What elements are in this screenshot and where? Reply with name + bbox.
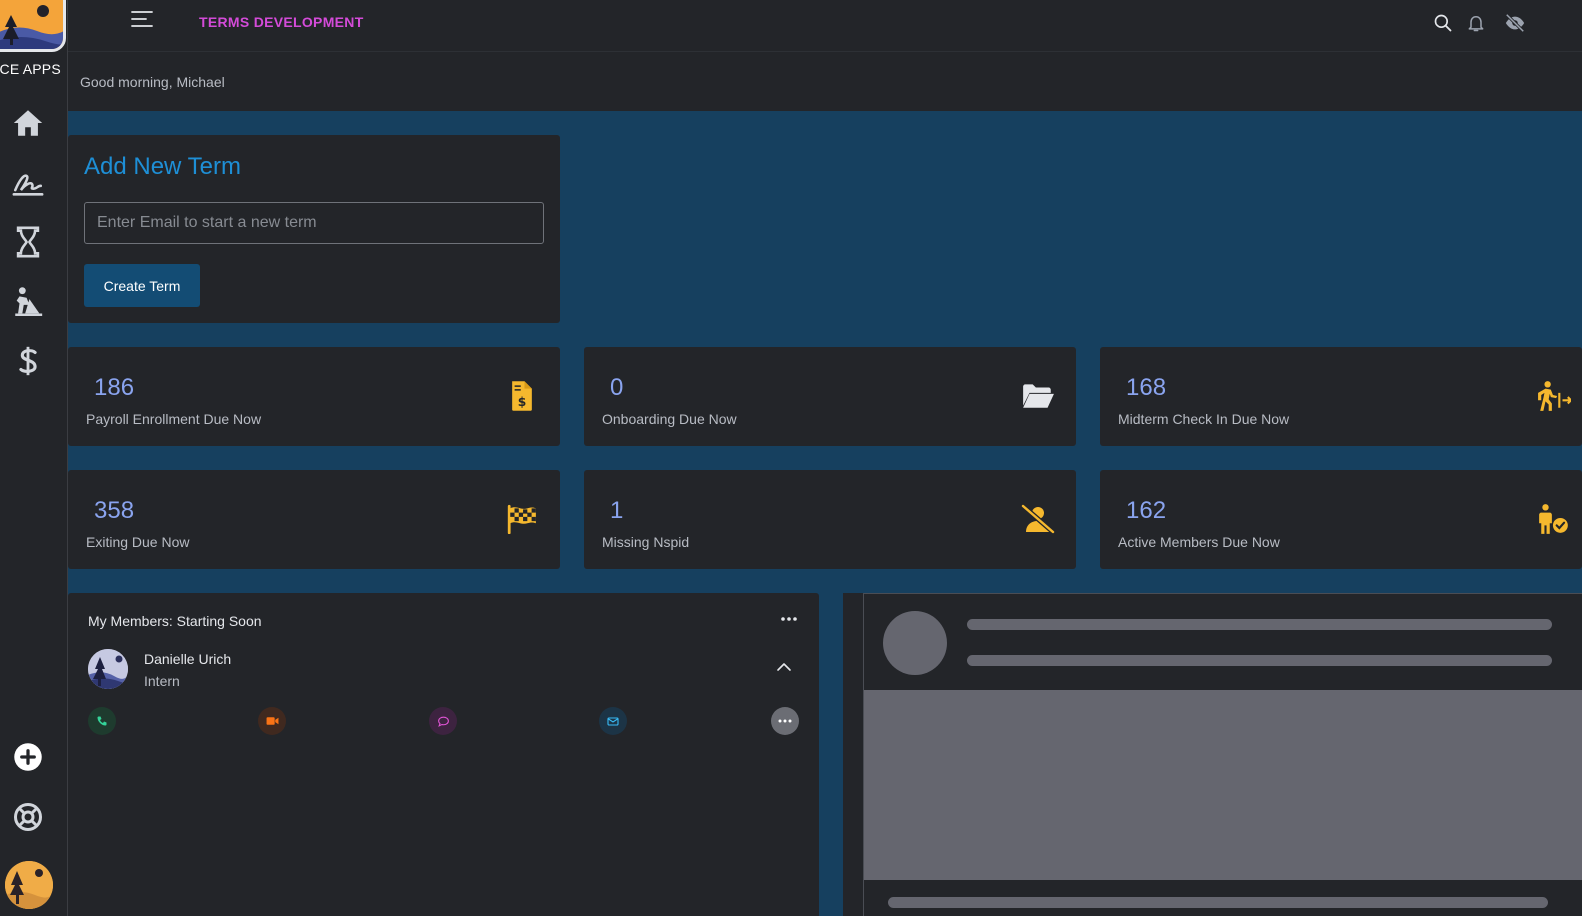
members-panel: My Members: Starting Soon Danielle Urich…	[68, 593, 819, 916]
signature-icon[interactable]	[10, 165, 46, 201]
brand-name: ACE APPS	[0, 61, 61, 77]
lifebuoy-icon[interactable]	[10, 799, 46, 835]
stat-label: Onboarding Due Now	[602, 411, 737, 427]
svg-text:$: $	[518, 395, 527, 409]
person-check-icon	[1536, 502, 1572, 536]
folder-open-icon	[1020, 379, 1056, 413]
member-avatar[interactable]	[88, 649, 128, 689]
hourglass-icon[interactable]	[10, 224, 46, 260]
stat-card-exiting[interactable]: 358 Exiting Due Now	[68, 470, 560, 569]
stat-value: 1	[610, 497, 624, 524]
loading-skeleton	[863, 593, 1582, 916]
member-name[interactable]: Danielle Urich	[144, 651, 231, 667]
user-slash-icon	[1020, 502, 1056, 536]
stat-label: Active Members Due Now	[1118, 534, 1280, 550]
skeleton-line	[967, 655, 1552, 666]
stat-value: 162	[1126, 497, 1167, 524]
add-circle-icon[interactable]	[10, 739, 46, 775]
app-logo[interactable]	[0, 0, 66, 52]
email-icon[interactable]	[599, 707, 627, 735]
user-avatar[interactable]	[5, 861, 53, 909]
phone-icon[interactable]	[88, 707, 116, 735]
add-term-card: Add New Term Create Term	[68, 135, 560, 323]
skeleton-avatar	[883, 611, 947, 675]
stat-value: 168	[1126, 374, 1167, 401]
stat-value: 358	[94, 497, 135, 524]
person-digging-icon[interactable]	[10, 284, 46, 320]
skeleton-block	[864, 690, 1582, 880]
video-icon[interactable]	[258, 707, 286, 735]
home-icon[interactable]	[10, 105, 46, 141]
member-role: Intern	[144, 673, 180, 689]
chevron-up-icon[interactable]	[774, 659, 794, 675]
email-input[interactable]	[84, 202, 544, 244]
loading-panel	[843, 593, 1582, 916]
checkered-flag-icon	[504, 502, 540, 536]
chat-icon[interactable]	[429, 707, 457, 735]
skeleton-line	[888, 897, 1548, 908]
stat-card-payroll[interactable]: 186 Payroll Enrollment Due Now $	[68, 347, 560, 446]
more-icon[interactable]	[771, 707, 799, 735]
create-term-button[interactable]: Create Term	[84, 264, 200, 307]
stat-card-onboarding[interactable]: 0 Onboarding Due Now	[584, 347, 1076, 446]
add-term-title: Add New Term	[84, 153, 241, 180]
app-title: TERMS DEVELOPMENT	[199, 14, 364, 30]
person-walking-arrow-icon	[1536, 379, 1572, 413]
stat-card-midterm[interactable]: 168 Midterm Check In Due Now	[1100, 347, 1582, 446]
menu-toggle-icon[interactable]	[130, 9, 154, 29]
file-invoice-dollar-icon: $	[504, 379, 540, 413]
topbar: TERMS DEVELOPMENT	[68, 0, 1582, 52]
stat-label: Exiting Due Now	[86, 534, 190, 550]
stat-value: 0	[610, 374, 624, 401]
search-icon[interactable]	[1432, 12, 1454, 34]
stat-label: Payroll Enrollment Due Now	[86, 411, 262, 427]
stat-card-missing-nspid[interactable]: 1 Missing Nspid	[584, 470, 1076, 569]
greeting-text: Good morning, Michael	[80, 74, 225, 90]
stat-label: Midterm Check In Due Now	[1118, 411, 1290, 427]
stat-label: Missing Nspid	[602, 534, 690, 550]
sidebar: ACE APPS	[0, 0, 68, 916]
more-options-icon[interactable]	[776, 609, 802, 629]
bell-icon[interactable]	[1465, 12, 1487, 34]
greeting-bar: Good morning, Michael	[68, 52, 1582, 111]
members-panel-title: My Members: Starting Soon	[88, 613, 262, 629]
dollar-icon[interactable]	[10, 343, 46, 379]
skeleton-line	[967, 619, 1552, 630]
stat-value: 186	[94, 374, 135, 401]
eye-slash-icon[interactable]	[1504, 12, 1526, 34]
stat-card-active-members[interactable]: 162 Active Members Due Now	[1100, 470, 1582, 569]
